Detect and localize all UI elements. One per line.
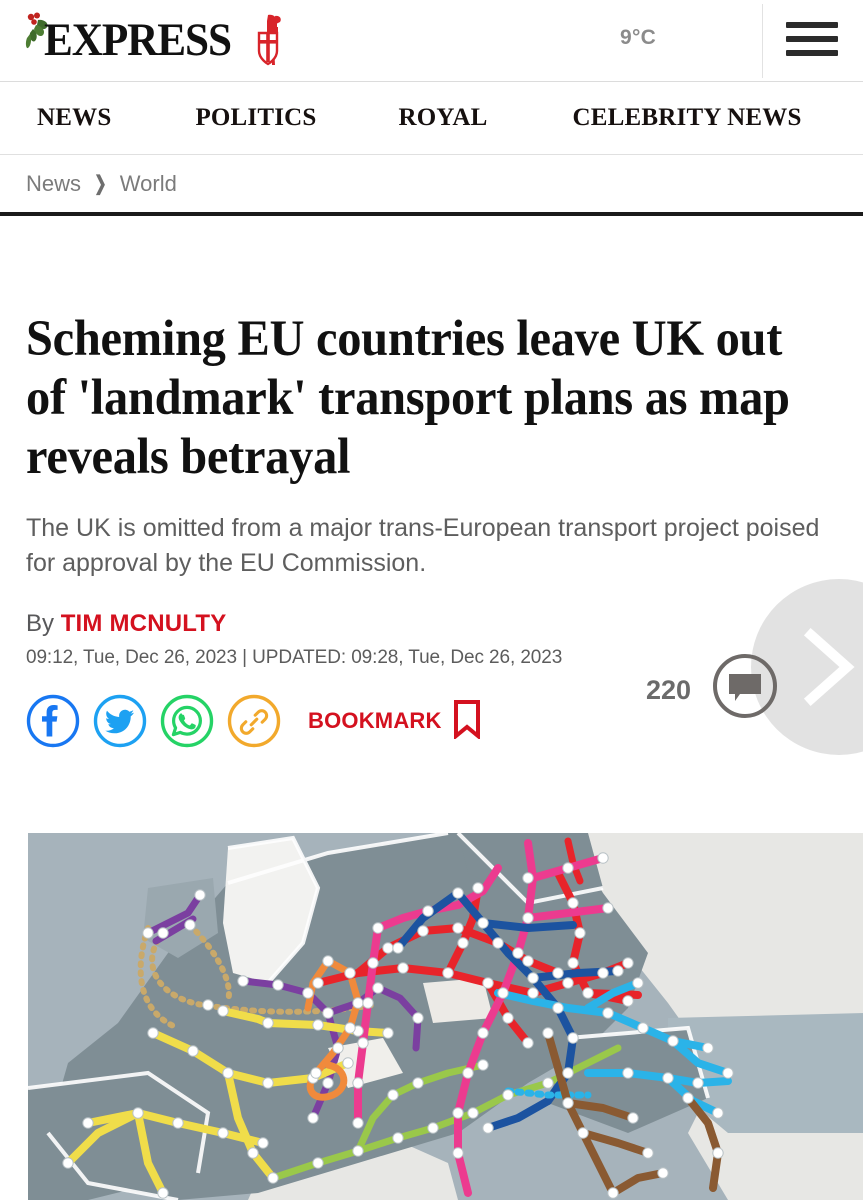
article-standfirst: The UK is omitted from a major trans-Eur… — [26, 514, 820, 577]
page-title: Scheming EU countries leave UK out of 'l… — [26, 311, 790, 486]
site-logo-wordmark: EXPRESS — [44, 14, 232, 66]
nav-item-celebrity-news[interactable]: CELEBRITY NEWS — [573, 104, 802, 132]
hamburger-menu-icon[interactable] — [786, 18, 838, 60]
byline-author[interactable]: TIM MCNULTY — [61, 610, 227, 637]
chevron-right-icon: ❯ — [94, 173, 107, 195]
site-logo[interactable]: EXPRESS — [24, 10, 287, 72]
article-body: Scheming EU countries leave UK out of 'l… — [0, 310, 863, 756]
twitter-share-icon[interactable] — [93, 694, 147, 748]
copy-link-icon[interactable] — [227, 694, 281, 748]
nav-item-politics[interactable]: POLITICS — [195, 104, 316, 132]
site-masthead: EXPRESS 9°C — [0, 0, 863, 82]
breadcrumb: News ❯ World — [0, 155, 863, 212]
chevron-right-icon — [795, 627, 863, 707]
trans-european-transport-network-corridor-map[interactable] — [28, 833, 863, 1200]
crusader-knight-shield-icon — [253, 13, 287, 69]
masthead-divider — [762, 4, 763, 78]
comment-bubble-icon[interactable] — [711, 652, 779, 720]
bookmark-button[interactable]: BOOKMARK — [308, 699, 482, 744]
section-divider — [0, 212, 863, 216]
breadcrumb-item-world[interactable]: World — [120, 171, 177, 197]
breadcrumb-item-news[interactable]: News — [26, 171, 81, 197]
nav-item-royal[interactable]: ROYAL — [399, 104, 488, 132]
comments-cluster: 220 — [623, 579, 863, 809]
primary-nav: NEWS POLITICS ROYAL CELEBRITY NEWS — [0, 82, 863, 155]
weather-temperature[interactable]: 9°C — [620, 26, 656, 50]
share-bar: BOOKMARK 220 — [26, 579, 863, 756]
article-page: EXPRESS 9°C NEWS POLITICS ROYAL CELEBRIT… — [0, 0, 863, 1200]
byline-prefix: By — [26, 610, 61, 638]
whatsapp-share-icon[interactable] — [160, 694, 214, 748]
bookmark-ribbon-icon — [452, 699, 482, 744]
comment-count: 220 — [646, 675, 692, 706]
facebook-share-icon[interactable] — [26, 694, 80, 748]
nav-item-news[interactable]: NEWS — [37, 104, 111, 132]
bookmark-label: BOOKMARK — [308, 708, 442, 734]
